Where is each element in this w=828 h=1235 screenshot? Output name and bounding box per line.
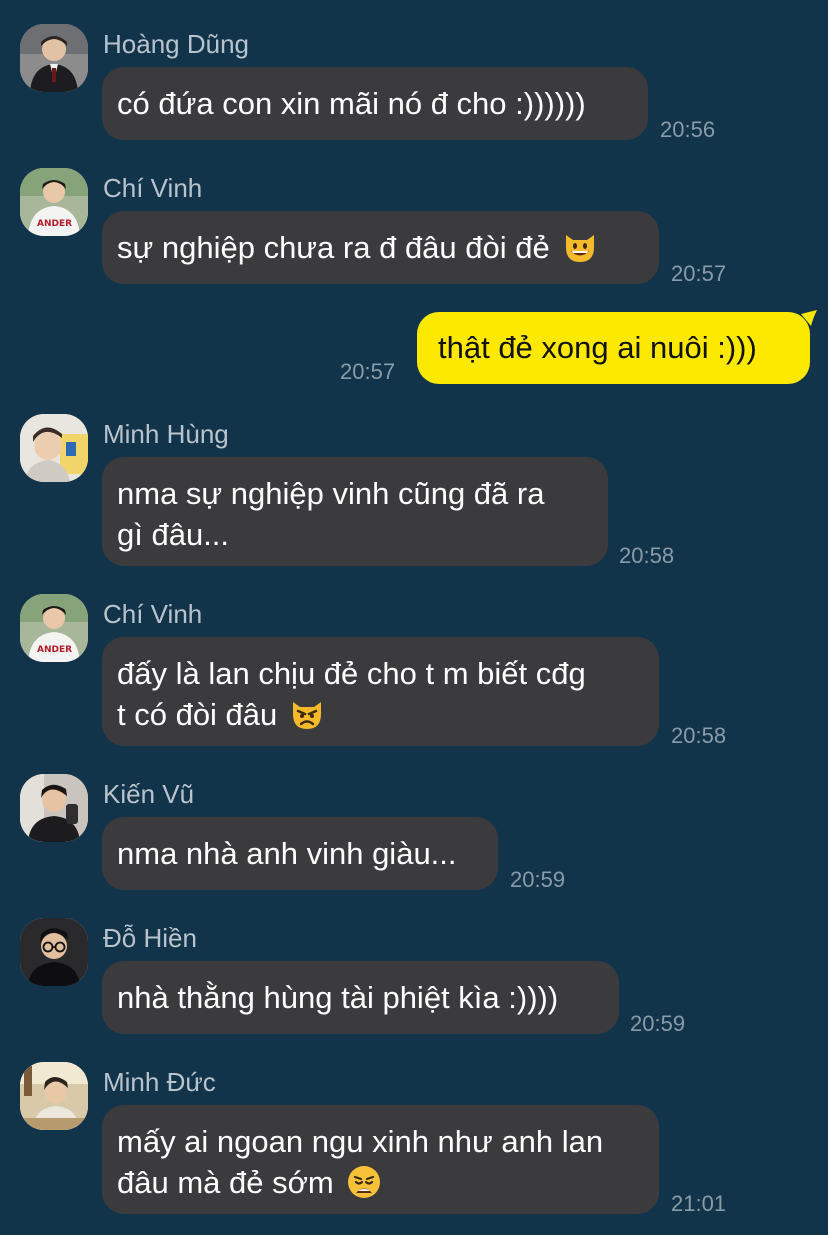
- pouting-cat-emoji: [293, 702, 322, 729]
- message-timestamp: 20:58: [671, 723, 727, 748]
- message-text: t có đòi đâu: [117, 697, 278, 732]
- avatar-mirror-selfie-photo: [20, 774, 88, 842]
- message-text-line: nma sự nghiệp vinh cũng đã ra: [117, 476, 545, 511]
- avatar-baseball-jersey-photo: ANDER: [20, 594, 88, 662]
- avatar[interactable]: [20, 414, 88, 482]
- message-timestamp: 20:57: [671, 261, 727, 286]
- avatar-selfie-photo: [20, 414, 88, 482]
- sender-name: Chí Vinh: [103, 173, 203, 203]
- message-text-line-with-emoji: đâu mà đẻ sớm: [117, 1162, 639, 1203]
- grinning-cat-emoji: [566, 235, 595, 262]
- outgoing-message-bubble[interactable]: thật đẻ xong ai nuôi :))): [417, 312, 810, 384]
- message-text: thật đẻ xong ai nuôi :))): [438, 330, 757, 365]
- sender-name: Kiến Vũ: [103, 779, 195, 809]
- avatar[interactable]: [20, 774, 88, 842]
- avatar[interactable]: ANDER: [20, 168, 88, 236]
- avatar[interactable]: [20, 918, 88, 986]
- sender-name: Chí Vinh: [103, 599, 203, 629]
- message-text: có đứa con xin mãi nó đ cho :)))))): [117, 86, 586, 121]
- avatar-suit-photo: [20, 24, 88, 92]
- avatar[interactable]: [20, 24, 88, 92]
- avatar[interactable]: [20, 1062, 88, 1130]
- message-timestamp: 20:57: [340, 359, 396, 384]
- message-text: nma nhà anh vinh giàu...: [117, 836, 457, 871]
- sender-name: Minh Hùng: [103, 419, 229, 449]
- message-text-line-with-emoji: t có đòi đâu: [117, 694, 639, 735]
- message-text: sự nghiệp chưa ra đ đâu đòi đẻ: [117, 230, 550, 265]
- message-timestamp: 20:58: [619, 543, 675, 568]
- avatar-cafe-photo: [20, 1062, 88, 1130]
- message-timestamp: 20:59: [510, 867, 566, 892]
- avatar-baseball-jersey-photo: ANDER: [20, 168, 88, 236]
- avatar-glasses-photo: [20, 918, 88, 986]
- bubble-tail: [801, 310, 817, 326]
- avatar[interactable]: ANDER: [20, 594, 88, 662]
- message-timestamp: 20:59: [630, 1011, 686, 1036]
- sender-name: Minh Đức: [103, 1067, 216, 1097]
- message-text-line: gì đâu...: [117, 517, 230, 552]
- message-timestamp: 20:56: [660, 117, 716, 142]
- message-bubble[interactable]: mấy ai ngoan ngu xinh như anh lan đâu mà…: [102, 1105, 659, 1214]
- message-bubble[interactable]: nma nhà anh vinh giàu...: [102, 817, 498, 890]
- sender-name: Đỗ Hiền: [103, 923, 197, 953]
- message-bubble[interactable]: có đứa con xin mãi nó đ cho :)))))): [102, 67, 648, 140]
- svg-text:ANDER: ANDER: [37, 219, 72, 229]
- message-text-line: đấy là lan chịu đẻ cho t m biết cđg: [117, 656, 586, 691]
- message-bubble[interactable]: nma sự nghiệp vinh cũng đã ra gì đâu...: [102, 457, 608, 566]
- sender-name: Hoàng Dũng: [103, 29, 249, 59]
- svg-text:ANDER: ANDER: [37, 645, 72, 655]
- message-timestamp: 21:01: [671, 1191, 727, 1216]
- chat-message-list[interactable]: Hoàng Dũng có đứa con xin mãi nó đ cho :…: [0, 0, 828, 1235]
- message-bubble[interactable]: sự nghiệp chưa ra đ đâu đòi đẻ: [102, 211, 659, 284]
- message-text-line: mấy ai ngoan ngu xinh như anh lan: [117, 1124, 604, 1159]
- message-bubble[interactable]: đấy là lan chịu đẻ cho t m biết cđg t có…: [102, 637, 659, 746]
- message-text: đâu mà đẻ sớm: [117, 1165, 334, 1200]
- weary-face-emoji: [347, 1166, 380, 1198]
- message-text: nhà thằng hùng tài phiệt kìa :)))): [117, 980, 559, 1015]
- message-bubble[interactable]: nhà thằng hùng tài phiệt kìa :)))): [102, 961, 619, 1034]
